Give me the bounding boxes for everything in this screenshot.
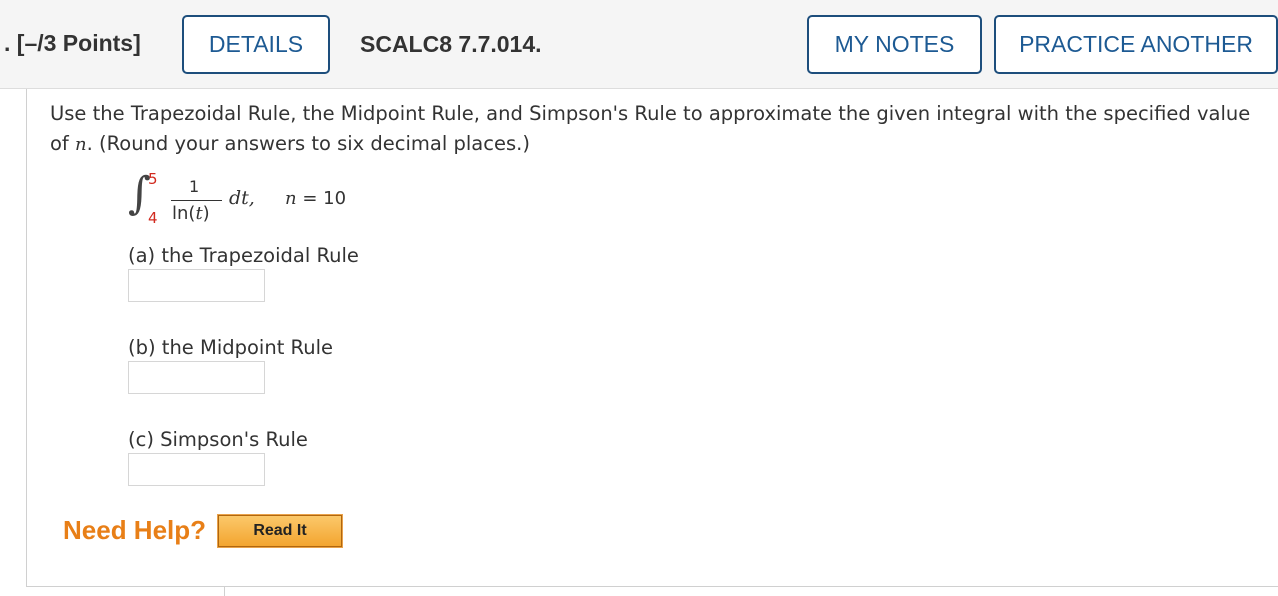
read-it-button[interactable]: Read It bbox=[217, 514, 343, 548]
question-id: SCALC8 7.7.014. bbox=[360, 31, 542, 57]
part-a-label: (a) the Trapezoidal Rule bbox=[128, 244, 359, 267]
fraction-denominator: ln(t) bbox=[172, 203, 210, 224]
part-c-answer-input[interactable] bbox=[128, 453, 265, 486]
integral-formula: ∫ 5 4 bbox=[128, 168, 388, 230]
lower-limit: 4 bbox=[148, 209, 158, 227]
details-button[interactable]: DETAILS bbox=[182, 15, 330, 74]
points-label: . [–/3 Points] bbox=[4, 30, 141, 56]
part-c-label: (c) Simpson's Rule bbox=[128, 428, 308, 451]
question-header: . [–/3 Points] DETAILS SCALC8 7.7.014. M… bbox=[0, 0, 1278, 89]
n-value-text: = 10 bbox=[296, 188, 347, 209]
fraction-bar bbox=[171, 200, 222, 201]
my-notes-button[interactable]: MY NOTES bbox=[807, 15, 982, 74]
differential-text: dt, bbox=[229, 187, 255, 209]
denominator-function: ln( bbox=[172, 203, 196, 224]
part-b-label: (b) the Midpoint Rule bbox=[128, 336, 333, 359]
n-value: n = 10 bbox=[285, 188, 346, 209]
need-help-label: Need Help? bbox=[63, 515, 207, 545]
differential: dt, bbox=[229, 187, 255, 209]
prompt-variable: n bbox=[75, 134, 87, 155]
part-b-answer-input[interactable] bbox=[128, 361, 265, 394]
practice-another-button[interactable]: PRACTICE ANOTHER bbox=[994, 15, 1278, 74]
part-a-answer-input[interactable] bbox=[128, 269, 265, 302]
denominator-close: ) bbox=[202, 203, 210, 224]
denominator-variable: t bbox=[195, 203, 203, 224]
divider bbox=[224, 587, 225, 596]
upper-limit: 5 bbox=[148, 170, 158, 188]
fraction-numerator: 1 bbox=[189, 177, 200, 196]
n-variable: n bbox=[285, 188, 297, 209]
question-prompt: Use the Trapezoidal Rule, the Midpoint R… bbox=[50, 99, 1265, 160]
prompt-text-end: . (Round your answers to six decimal pla… bbox=[86, 132, 530, 155]
